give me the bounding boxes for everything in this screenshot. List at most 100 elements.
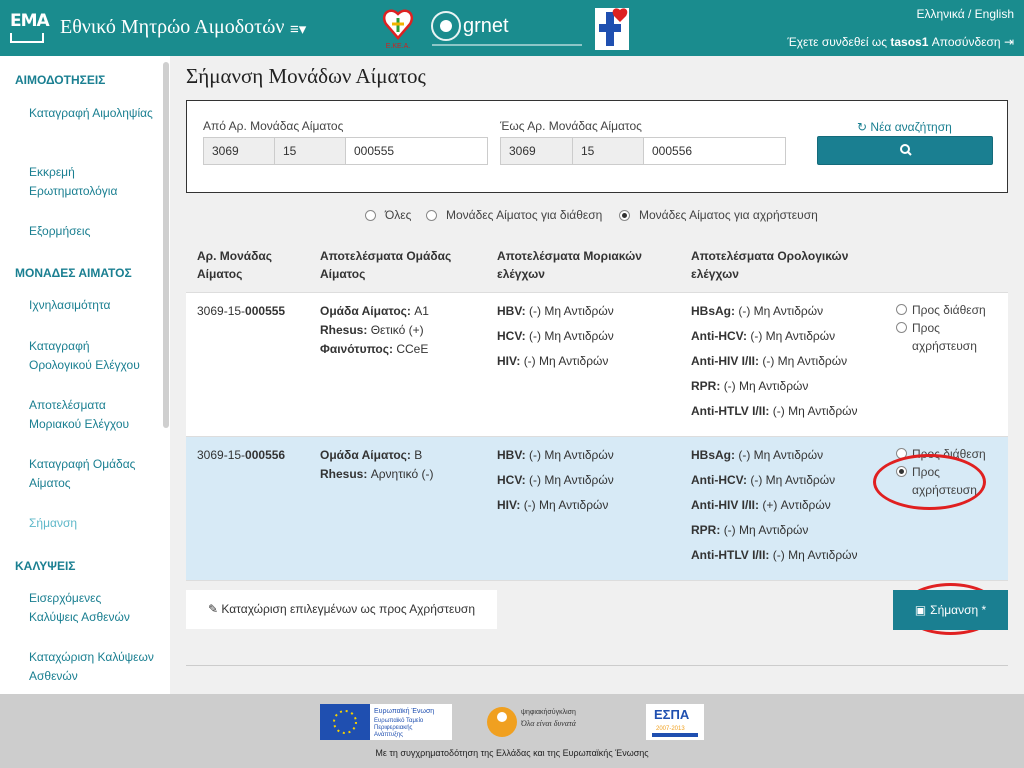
digital-text-1: ψηφιακήσύγκλιση [521, 708, 576, 716]
sidebar-item-pending-questionnaires[interactable]: Εκκρεμή Ερωτηματολόγια [29, 163, 154, 201]
radio-circle[interactable] [896, 304, 907, 315]
sidebar-section-coverage: ΚΑΛΥΨΕΙΣ [15, 559, 76, 573]
search-icon [900, 144, 912, 156]
sidebar-item-serology-record[interactable]: Καταγραφή Ορολογικού Ελέγχου [29, 337, 154, 375]
radio-circle[interactable] [896, 448, 907, 459]
menu-toggle-icon[interactable]: ≡▾ [290, 20, 306, 38]
username: tasos1 [890, 35, 929, 49]
sidebar-item-traceability[interactable]: Ιχνηλασιμότητα [29, 296, 154, 315]
radio-circle-selected[interactable] [619, 209, 630, 221]
radio-circle[interactable] [365, 209, 376, 221]
footer: Ευρωπαϊκή Ένωση Ευρωπαϊκό Ταμείο Περιφερ… [0, 694, 1024, 768]
sidebar-item-marking[interactable]: Σήμανση [29, 514, 154, 533]
logged-in-label: Έχετε συνδεθεί ως [787, 35, 887, 49]
refresh-icon: ↻ [857, 120, 868, 134]
table-row: 3069-15-000555 Ομάδα Αίματος: A1 Rhesus:… [186, 293, 1008, 437]
molecular-results: HBV: (-) Μη Αντιδρών HCV: (-) Μη Αντιδρώ… [497, 448, 614, 512]
divider [186, 665, 1008, 666]
molecular-results: HBV: (-) Μη Αντιδρών HCV: (-) Μη Αντιδρώ… [497, 304, 614, 368]
sidebar-item-register-coverage[interactable]: Καταχώριση Καλύψεων Ασθενών [29, 648, 154, 686]
espa-logo: ΕΣΠΑ 2007-2013 [646, 704, 704, 740]
user-status: Έχετε συνδεθεί ως tasos1 Αποσύνδεση ⇥ [787, 35, 1014, 49]
th-serology-results: Αποτελέσματα Ορολογικών ελέγχων [691, 249, 849, 281]
mark-button[interactable]: ▣ Σήμανση * [893, 590, 1008, 630]
ministry-cross-logo [595, 8, 629, 50]
grnet-logo-text: grnet [463, 15, 509, 37]
to-label: Έως Αρ. Μονάδας Αίματος [500, 119, 642, 133]
main-content: Σήμανση Μονάδων Αίματος Από Αρ. Μονάδας … [170, 56, 1024, 694]
filter-radio-group: Όλες Μονάδες Αίματος για διάθεση Μονάδες… [170, 207, 1024, 225]
search-button[interactable] [817, 136, 993, 165]
th-blood-group-results: Αποτελέσματα Ομάδας Αίματος [320, 249, 452, 281]
sidebar-item-record-donation[interactable]: Καταγραφή Αιμοληψίας [29, 104, 154, 123]
option-discard[interactable]: Προς αχρήστευση [896, 319, 1006, 355]
unit-number: 3069-15-000556 [197, 448, 286, 462]
eu-flag-logo: Ευρωπαϊκή Ένωση Ευρωπαϊκό Ταμείο Περιφερ… [320, 704, 452, 740]
from-label: Από Αρ. Μονάδας Αίματος [203, 119, 344, 133]
sidebar-item-incoming-coverage[interactable]: Εισερχόμενες Καλύψεις Ασθενών [29, 589, 154, 627]
grnet-logo: grnet [431, 11, 582, 46]
ekea-logo-text: Ε.ΚΕ.Α. [386, 43, 411, 50]
from-center-input: 3069 [203, 137, 275, 165]
filter-available[interactable]: Μονάδες Αίματος για διάθεση [426, 208, 602, 222]
eu-text-1: Ευρωπαϊκή Ένωση [374, 708, 434, 715]
serology-results: HBsAg: (-) Μη Αντιδρών Anti-HCV: (-) Μη … [691, 448, 858, 562]
logout-link[interactable]: Αποσύνδεση [932, 35, 1001, 49]
sidebar-scrollbar[interactable] [163, 62, 169, 428]
sidebar-section-blood-units: ΜΟΝΑΔΕΣ ΑΙΜΑΤΟΣ [15, 266, 132, 280]
eu-text-3: Περιφερειακής [374, 724, 413, 731]
eu-text-2: Ευρωπαϊκό Ταμείο [374, 717, 424, 724]
th-unit-number: Αρ. Μονάδας Αίματος [197, 249, 273, 281]
blood-group-results: Ομάδα Αίματος: B Rhesus: Αρνητικό (-) [320, 448, 434, 481]
to-serial-input[interactable]: 000556 [643, 137, 786, 165]
search-panel: Από Αρ. Μονάδας Αίματος 3069 15 000555 Έ… [186, 100, 1008, 193]
serology-results: HBsAg: (-) Μη Αντιδρών Anti-HCV: (-) Μη … [691, 304, 858, 418]
from-serial-input[interactable]: 000555 [345, 137, 488, 165]
espa-years: 2007-2013 [656, 726, 685, 732]
digital-text-2: Όλα είναι δυνατά [521, 719, 577, 728]
filter-available-label: Μονάδες Αίματος για διάθεση [446, 208, 603, 222]
option-discard[interactable]: Προς αχρήστευση [896, 463, 1006, 499]
page-title: Σήμανση Μονάδων Αίματος [186, 64, 426, 88]
sidebar-section-donations: ΑΙΜΟΔΟΤΗΣΕΙΣ [15, 73, 106, 87]
filter-discard[interactable]: Μονάδες Αίματος για αχρήστευση [619, 208, 818, 222]
option-available[interactable]: Προς διάθεση [896, 301, 1006, 319]
radio-circle[interactable] [896, 322, 907, 333]
filter-all-label: Όλες [385, 208, 412, 222]
espa-text: ΕΣΠΑ [654, 707, 690, 722]
option-available[interactable]: Προς διάθεση [896, 445, 1006, 463]
sidebar: ΑΙΜΟΔΟΤΗΣΕΙΣ Καταγραφή Αιμοληψίας Εκκρεμ… [0, 56, 170, 694]
cofunding-text: Με τη συγχρηματοδότηση της Ελλάδας και τ… [375, 748, 649, 758]
from-year-input: 15 [274, 137, 346, 165]
sidebar-item-molecular-results[interactable]: Αποτελέσματα Μοριακού Ελέγχου [29, 396, 154, 434]
top-header: EMA Εθνικό Μητρώο Αιμοδοτών ≡▾ Ε.ΚΕ.Α. g… [0, 0, 1024, 56]
sidebar-item-campaigns[interactable]: Εξορμήσεις [29, 222, 154, 241]
ekea-heart-logo: Ε.ΚΕ.Α. [382, 9, 414, 50]
blood-group-results: Ομάδα Αίματος: A1 Rhesus: Θετικό (+) Φαι… [320, 304, 429, 356]
app-logo-text: EMA [10, 11, 50, 31]
app-title[interactable]: Εθνικό Μητρώο Αιμοδοτών [60, 16, 284, 39]
radio-circle-selected[interactable] [896, 466, 907, 477]
blood-units-table: Αρ. Μονάδας Αίματος Αποτελέσματα Ομάδας … [186, 238, 1008, 582]
sidebar-item-blood-group-record[interactable]: Καταγραφή Ομάδας Αίματος [29, 455, 154, 493]
to-year-input: 15 [572, 137, 644, 165]
radio-circle[interactable] [426, 209, 437, 221]
logout-icon[interactable]: ⇥ [1004, 35, 1014, 49]
to-center-input: 3069 [500, 137, 573, 165]
partner-logos: Ε.ΚΕ.Α. grnet [382, 8, 629, 50]
th-molecular-results: Αποτελέσματα Μοριακών ελέγχων [497, 249, 642, 281]
filter-discard-label: Μονάδες Αίματος για αχρήστευση [639, 208, 818, 222]
new-search-link[interactable]: ↻ Νέα αναζήτηση [857, 120, 952, 134]
table-row-selected: 3069-15-000556 Ομάδα Αίματος: B Rhesus: … [186, 437, 1008, 581]
filter-all[interactable]: Όλες [365, 208, 411, 222]
table-header: Αρ. Μονάδας Αίματος Αποτελέσματα Ομάδας … [186, 238, 1008, 293]
unit-number: 3069-15-000555 [197, 304, 286, 318]
edit-icon: ✎ [207, 602, 219, 616]
save-icon: ▣ [914, 603, 927, 617]
new-search-label: Νέα αναζήτηση [870, 120, 952, 134]
eu-text-4: Ανάπτυξης [374, 731, 403, 738]
app-logo[interactable]: EMA [10, 11, 50, 46]
funding-logos: Ευρωπαϊκή Ένωση Ευρωπαϊκό Ταμείο Περιφερ… [320, 704, 704, 740]
register-selected-button[interactable]: ✎ Καταχώριση επιλεγμένων ως προς Αχρήστε… [186, 590, 497, 629]
language-switch[interactable]: Ελληνικά / English [917, 7, 1015, 21]
